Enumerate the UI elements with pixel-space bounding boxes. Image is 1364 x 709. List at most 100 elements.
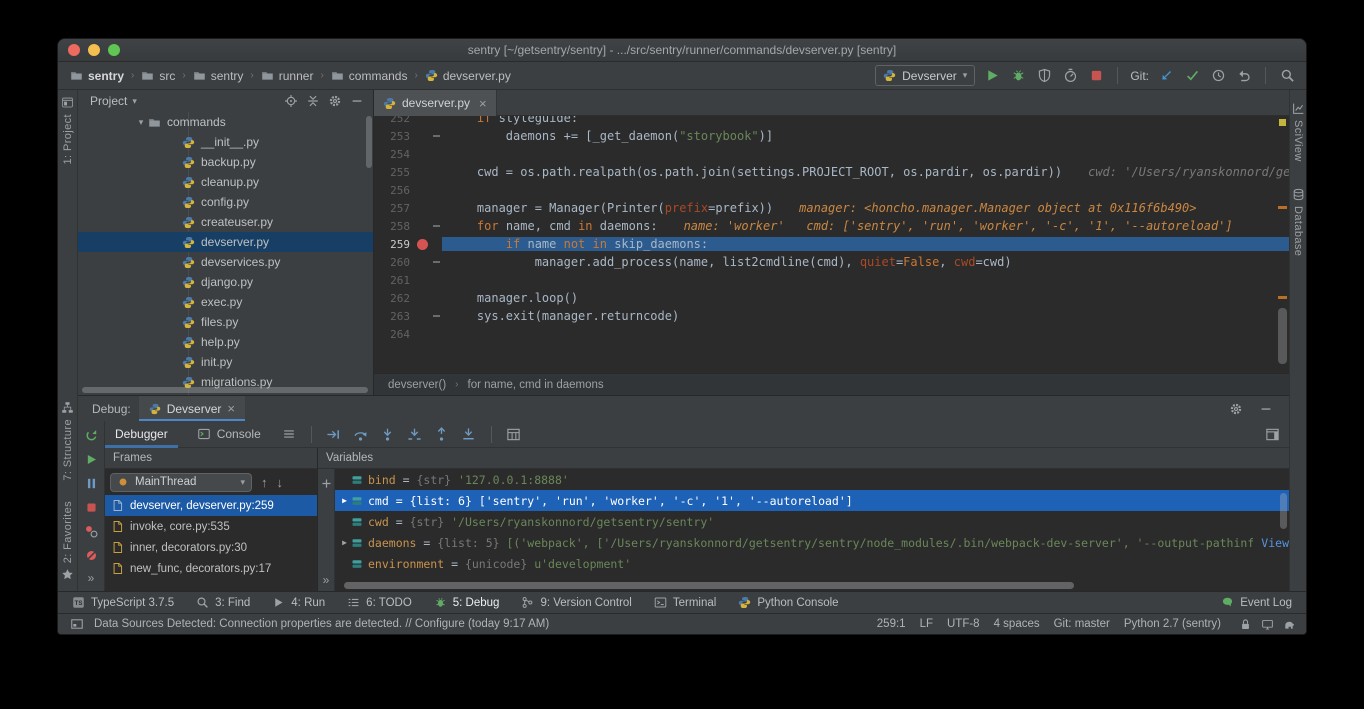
- line-number[interactable]: 255: [374, 166, 414, 179]
- expand-icon[interactable]: ▶: [338, 496, 351, 505]
- project-tree-item-devservices-py[interactable]: devservices.py: [78, 252, 373, 272]
- vertical-scrollbar[interactable]: [366, 116, 372, 168]
- code-text[interactable]: cwd = os.path.realpath(os.path.join(sett…: [442, 165, 1289, 179]
- git-update-button[interactable]: [1157, 67, 1175, 85]
- stack-frame-inner[interactable]: inner, decorators.py:30: [105, 537, 317, 558]
- status-encoding[interactable]: UTF-8: [947, 618, 980, 630]
- fold-gutter[interactable]: [430, 135, 442, 137]
- line-number[interactable]: 264: [374, 328, 414, 341]
- line-number[interactable]: 262: [374, 292, 414, 305]
- close-session-icon[interactable]: ×: [227, 401, 235, 416]
- previous-frame-button[interactable]: ↑: [261, 475, 268, 490]
- project-tree-item-files-py[interactable]: files.py: [78, 312, 373, 332]
- stripe-mark[interactable]: [1278, 296, 1287, 299]
- project-tree-item-cleanup-py[interactable]: cleanup.py: [78, 172, 373, 192]
- tool-window-button-9-version-control[interactable]: 9: Version Control: [521, 596, 631, 609]
- breakpoint-icon[interactable]: [417, 239, 428, 250]
- breadcrumb-item-sentry[interactable]: sentry: [191, 69, 246, 83]
- event-log-button[interactable]: Event Log: [1221, 596, 1292, 609]
- tool-stripe-sciview[interactable]: SciView: [1292, 102, 1305, 162]
- status-cursor-position[interactable]: 259:1: [877, 618, 906, 630]
- collapse-all-button[interactable]: [304, 93, 321, 110]
- fold-gutter[interactable]: [430, 261, 442, 263]
- code-text[interactable]: if styleguide:: [442, 116, 1289, 125]
- fold-marker-icon[interactable]: [433, 315, 440, 317]
- tab-debugger[interactable]: Debugger: [105, 421, 178, 448]
- tool-window-button-typescript-3-7-5[interactable]: TSTypeScript 3.7.5: [72, 596, 174, 609]
- status-line-separator[interactable]: LF: [920, 618, 933, 630]
- status-git-branch[interactable]: Git: master: [1054, 618, 1110, 630]
- code-text[interactable]: if name not in skip_daemons:: [442, 237, 1289, 251]
- more-actions-icon[interactable]: »: [88, 571, 95, 585]
- tool-stripe-database[interactable]: Database: [1292, 188, 1305, 256]
- project-tree-item-commands[interactable]: ▾commands: [78, 112, 373, 132]
- code-editor[interactable]: 252 if styleguide:253 daemons += [_get_d…: [374, 116, 1289, 373]
- run-button[interactable]: [983, 67, 1001, 85]
- project-tree-item--init-py[interactable]: __init__.py: [78, 132, 373, 152]
- fold-marker-icon[interactable]: [433, 225, 440, 227]
- expand-toggle-icon[interactable]: ▾: [134, 117, 148, 128]
- thread-selector[interactable]: MainThread ▾: [110, 473, 252, 492]
- breadcrumb-item-runner[interactable]: runner: [259, 69, 316, 83]
- resume-button[interactable]: [82, 452, 100, 468]
- horizontal-scrollbar[interactable]: [82, 387, 368, 393]
- warning-stripe-mark[interactable]: [1279, 119, 1286, 126]
- variable-row-daemons[interactable]: ▶daemons = {list: 5} [('webpack', ['/Use…: [335, 532, 1289, 553]
- git-commit-button[interactable]: [1183, 67, 1201, 85]
- project-tree-item-config-py[interactable]: config.py: [78, 192, 373, 212]
- titlebar[interactable]: sentry [~/getsentry/sentry] - .../src/se…: [58, 39, 1306, 62]
- line-number[interactable]: 261: [374, 274, 414, 287]
- code-line-260[interactable]: 260 manager.add_process(name, list2cmdli…: [374, 253, 1289, 271]
- tab-console[interactable]: Console: [187, 421, 271, 448]
- git-history-button[interactable]: [1209, 67, 1227, 85]
- debug-button[interactable]: [1009, 67, 1027, 85]
- line-number[interactable]: 256: [374, 184, 414, 197]
- project-tree-item-devserver-py[interactable]: devserver.py: [78, 232, 373, 252]
- variable-row-environment[interactable]: environment = {unicode} u'development': [335, 553, 1289, 574]
- code-line-264[interactable]: 264: [374, 325, 1289, 343]
- mute-breakpoints-button[interactable]: [82, 547, 100, 563]
- next-frame-button[interactable]: ↓: [277, 475, 284, 490]
- more-actions-icon[interactable]: »: [323, 573, 330, 587]
- code-text[interactable]: manager = Manager(Printer(prefix=prefix)…: [442, 201, 1289, 215]
- locate-file-button[interactable]: [282, 93, 299, 110]
- breadcrumb-item-src[interactable]: src: [139, 69, 177, 83]
- code-text[interactable]: manager.add_process(name, list2cmdline(c…: [442, 255, 1289, 269]
- screen-icon[interactable]: [1261, 618, 1274, 631]
- view-value-link[interactable]: View: [1261, 536, 1289, 550]
- stop-process-button[interactable]: [82, 499, 100, 515]
- tool-stripe-favorites[interactable]: 2: Favorites: [61, 501, 74, 581]
- scrollbar-thumb[interactable]: [1278, 308, 1287, 364]
- close-tab-icon[interactable]: ×: [479, 96, 487, 111]
- evaluate-expression-button[interactable]: [505, 425, 523, 443]
- tool-stripe-structure[interactable]: 7: Structure: [61, 401, 74, 481]
- zoom-window-button[interactable]: [108, 44, 120, 56]
- debug-settings-button[interactable]: [1227, 400, 1245, 418]
- variable-row-cwd[interactable]: cwd = {str} '/Users/ryanskonnord/getsent…: [335, 511, 1289, 532]
- code-line-258[interactable]: 258 for name, cmd in daemons:name: 'work…: [374, 217, 1289, 235]
- fold-marker-icon[interactable]: [433, 135, 440, 137]
- code-line-255[interactable]: 255 cwd = os.path.realpath(os.path.join(…: [374, 163, 1289, 181]
- vertical-scrollbar[interactable]: [1280, 493, 1287, 529]
- line-number[interactable]: 260: [374, 256, 414, 269]
- line-number[interactable]: 258: [374, 220, 414, 233]
- project-tree-item-exec-py[interactable]: exec.py: [78, 292, 373, 312]
- tool-window-button-python-console[interactable]: Python Console: [738, 596, 838, 609]
- run-to-cursor-button[interactable]: [460, 425, 478, 443]
- layout-menu-icon[interactable]: [280, 425, 298, 443]
- minimize-window-button[interactable]: [88, 44, 100, 56]
- line-number[interactable]: 259: [374, 238, 414, 251]
- status-python-interpreter[interactable]: Python 2.7 (sentry): [1124, 618, 1221, 630]
- line-number[interactable]: 263: [374, 310, 414, 323]
- memory-indicator-icon[interactable]: [1283, 618, 1296, 631]
- step-into-my-code-button[interactable]: [406, 425, 424, 443]
- status-message[interactable]: Data Sources Detected: Connection proper…: [94, 618, 549, 630]
- expand-icon[interactable]: ▶: [338, 538, 351, 547]
- project-settings-button[interactable]: [326, 93, 343, 110]
- rerun-button[interactable]: [82, 428, 100, 444]
- fold-gutter[interactable]: [430, 315, 442, 317]
- stack-frame-new_func[interactable]: new_func, decorators.py:17: [105, 558, 317, 579]
- breadcrumb-item-devserver-py[interactable]: devserver.py: [423, 69, 513, 83]
- breadcrumb-item-sentry[interactable]: sentry: [68, 69, 126, 83]
- coverage-button[interactable]: [1035, 67, 1053, 85]
